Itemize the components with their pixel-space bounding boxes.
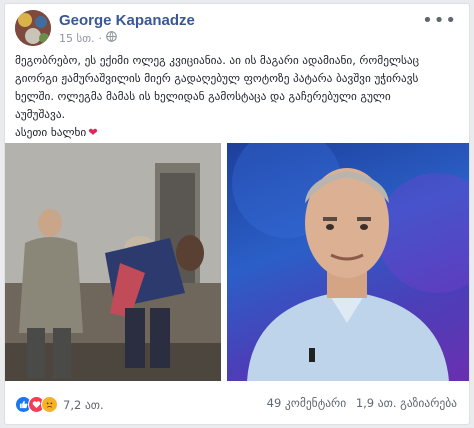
post-time[interactable]: 15 სთ. — [59, 32, 95, 45]
post-text-line: აუმუშავა. — [15, 108, 66, 121]
reaction-count[interactable]: 7,2 ათ. — [63, 398, 104, 412]
post-text: მეგობრებო, ეს ექიმი ოლეგ კვიციანია. აი ი… — [15, 52, 455, 142]
post-text-line: ხელში. ოლეგმა მამას ის ხელიდან გამოსტაცა… — [15, 90, 391, 103]
comments-count[interactable]: 49 კომენტარი — [267, 396, 347, 410]
sad-icon — [41, 396, 58, 413]
post-meta: 15 სთ. · — [59, 31, 117, 45]
post-card: George Kapanadze 15 სთ. · ••• მეგობრებო,… — [4, 3, 470, 425]
shares-count[interactable]: 1,9 ათ. გაზიარება — [356, 396, 457, 410]
portrait-photo[interactable] — [227, 143, 469, 381]
post-text-line: მეგობრებო, ეს ექიმი ოლეგ კვიციანია. აი ი… — [15, 54, 420, 67]
post-stats: 49 კომენტარი 1,9 ათ. გაზიარება — [267, 396, 457, 410]
rescue-photo[interactable] — [5, 143, 221, 381]
post-footer: 7,2 ათ. 49 კომენტარი 1,9 ათ. გაზიარება — [15, 396, 459, 418]
more-options-icon[interactable]: ••• — [422, 10, 457, 31]
photo-grid — [5, 143, 469, 381]
post-text-last: ასეთი ხალხი — [15, 126, 87, 139]
author-name[interactable]: George Kapanadze — [59, 12, 195, 29]
author-avatar[interactable] — [15, 10, 51, 46]
post-text-line: გიორგი ჟამურაშვილის მიერ გადაღებულ ფოტოზ… — [15, 72, 419, 85]
reactions-summary[interactable]: 7,2 ათ. — [15, 396, 104, 413]
post-text-line: ასეთი ხალხი ❤ — [15, 124, 455, 142]
globe-icon — [106, 31, 117, 45]
heart-icon: ❤ — [88, 126, 98, 139]
